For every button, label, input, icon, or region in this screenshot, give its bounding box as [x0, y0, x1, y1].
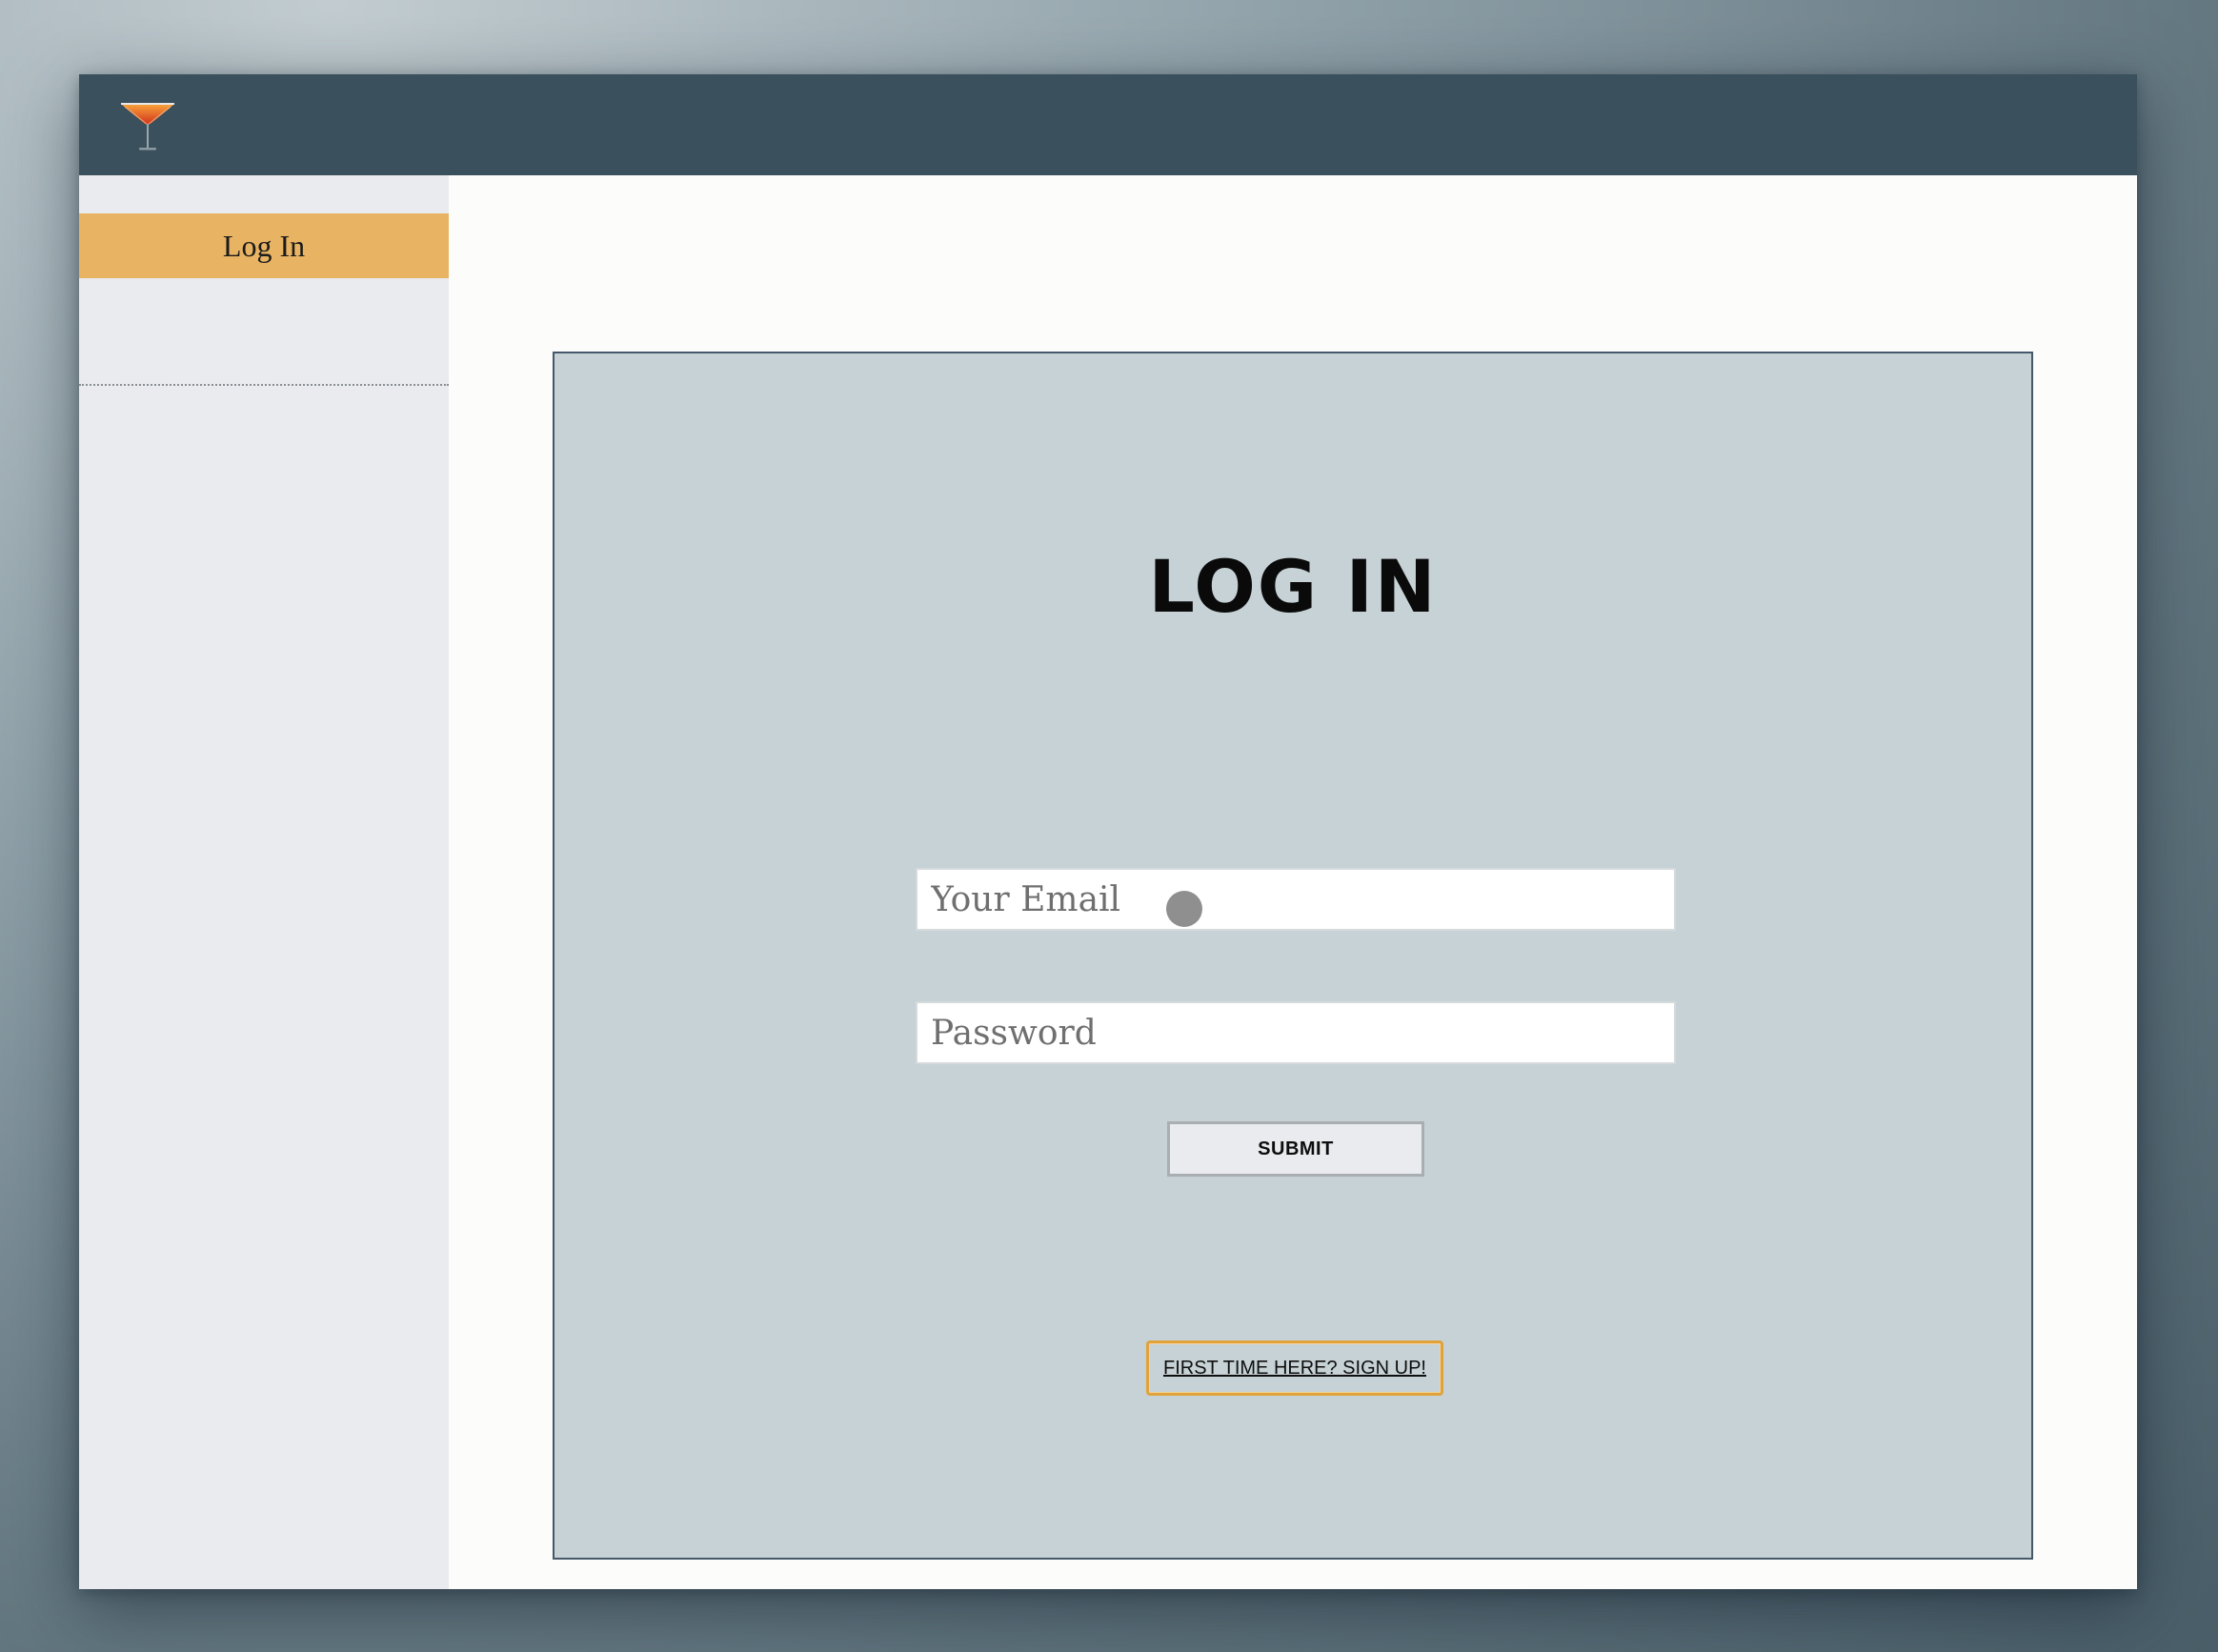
top-header-bar	[79, 74, 2137, 175]
email-field[interactable]	[916, 868, 1676, 931]
login-panel: LOG IN SUBMIT FIRST TIME HERE? SIGN UP!	[553, 352, 2033, 1560]
page-title: LOG IN	[1148, 544, 1438, 629]
submit-button[interactable]: SUBMIT	[1167, 1121, 1424, 1177]
main-content: LOG IN SUBMIT FIRST TIME HERE? SIGN UP!	[449, 175, 2137, 1589]
signup-link[interactable]: FIRST TIME HERE? SIGN UP!	[1146, 1340, 1443, 1396]
sidebar-item-log-in[interactable]: Log In	[79, 213, 449, 278]
password-field[interactable]	[916, 1001, 1676, 1064]
mouse-cursor-indicator	[1166, 891, 1202, 927]
sidebar: Log In	[79, 175, 449, 1589]
sidebar-item-label: Log In	[222, 228, 306, 263]
cocktail-glass-icon[interactable]	[119, 99, 176, 152]
app-window: Log In LOG IN SUBMIT FIRST TIME HERE? SI…	[79, 74, 2137, 1589]
sidebar-divider	[79, 384, 449, 386]
